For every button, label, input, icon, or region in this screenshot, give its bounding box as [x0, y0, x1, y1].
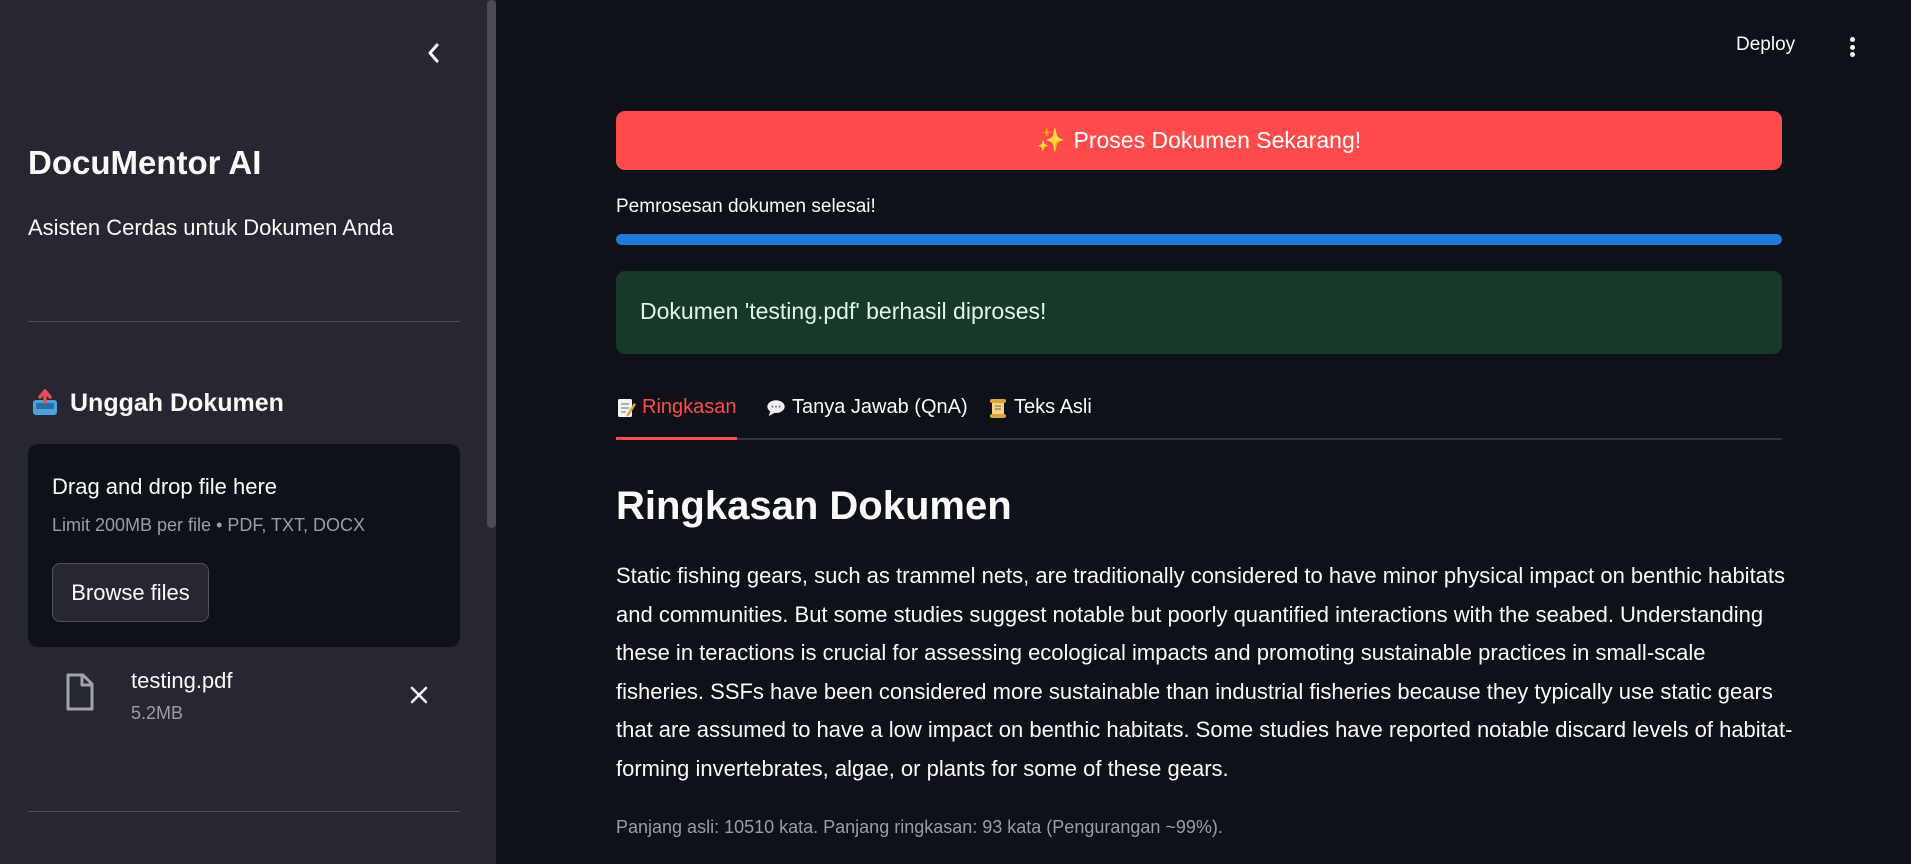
- summary-stats: Panjang asli: 10510 kata. Panjang ringka…: [616, 817, 1223, 837]
- sidebar: DocuMentor AI Asisten Cerdas untuk Dokum…: [0, 0, 496, 864]
- file-dropzone[interactable]: Drag and drop file here Limit 200MB per …: [28, 444, 460, 647]
- tab-qna[interactable]: Tanya Jawab (QnA): [766, 393, 968, 440]
- file-icon: [66, 673, 94, 711]
- sidebar-divider: [28, 811, 460, 812]
- progress-label: Pemrosesan dokumen selesai!: [616, 196, 876, 217]
- success-alert: Dokumen 'testing.pdf' berhasil diproses!: [616, 271, 1782, 354]
- sparkles-icon: ✨: [1036, 127, 1066, 153]
- file-size: 5.2MB: [131, 703, 184, 723]
- main-menu-button[interactable]: [1842, 34, 1862, 60]
- success-message: Dokumen 'testing.pdf' berhasil diproses!: [640, 298, 1047, 324]
- inbox-tray-icon: [33, 389, 57, 415]
- close-icon: [410, 686, 428, 704]
- uploaded-file-item: testing.pdf 5.2MB: [28, 660, 460, 728]
- sidebar-scrollbar[interactable]: [487, 0, 496, 528]
- dropzone-title: Drag and drop file here: [52, 474, 278, 499]
- process-document-button[interactable]: ✨ Proses Dokumen Sekarang!: [616, 111, 1782, 170]
- upload-heading: Unggah Dokumen: [30, 388, 284, 418]
- remove-file-button[interactable]: [406, 682, 432, 708]
- tab-teks-asli[interactable]: Teks Asli: [988, 393, 1092, 440]
- process-button-label: Proses Dokumen Sekarang!: [1073, 127, 1362, 153]
- app-subtitle: Asisten Cerdas untuk Dokumen Anda: [28, 215, 394, 240]
- summary-text: Static fishing gears, such as trammel ne…: [616, 563, 1793, 781]
- memo-icon: [618, 399, 636, 417]
- chevron-left-icon: [428, 43, 439, 63]
- collapse-sidebar-button[interactable]: [418, 38, 448, 68]
- kebab-menu-icon: [1849, 37, 1855, 42]
- deploy-button[interactable]: Deploy: [1736, 34, 1795, 56]
- main-content: Deploy ✨ Proses Dokumen Sekarang! Pemros…: [496, 0, 1911, 864]
- upload-heading-label: Unggah Dokumen: [70, 388, 284, 417]
- tab-bar: Ringkasan Tanya Jawab (QnA) Teks Asli: [616, 393, 1782, 440]
- tab-label: Ringkasan: [642, 396, 737, 418]
- tab-ringkasan[interactable]: Ringkasan: [616, 393, 737, 440]
- browse-files-button[interactable]: Browse files: [52, 563, 209, 622]
- dropzone-limit: Limit 200MB per file • PDF, TXT, DOCX: [52, 515, 366, 535]
- sidebar-divider: [28, 321, 460, 322]
- progress-bar: [616, 234, 1782, 245]
- speech-bubble-icon: [767, 400, 785, 417]
- summary-heading: Ringkasan Dokumen: [616, 484, 1012, 528]
- progress-bar-fill: [616, 234, 1782, 245]
- file-name: testing.pdf: [131, 668, 233, 693]
- app-title: DocuMentor AI: [28, 144, 262, 181]
- tab-label: Teks Asli: [1014, 396, 1092, 418]
- tab-label: Tanya Jawab (QnA): [792, 396, 968, 418]
- scroll-icon: [990, 399, 1006, 418]
